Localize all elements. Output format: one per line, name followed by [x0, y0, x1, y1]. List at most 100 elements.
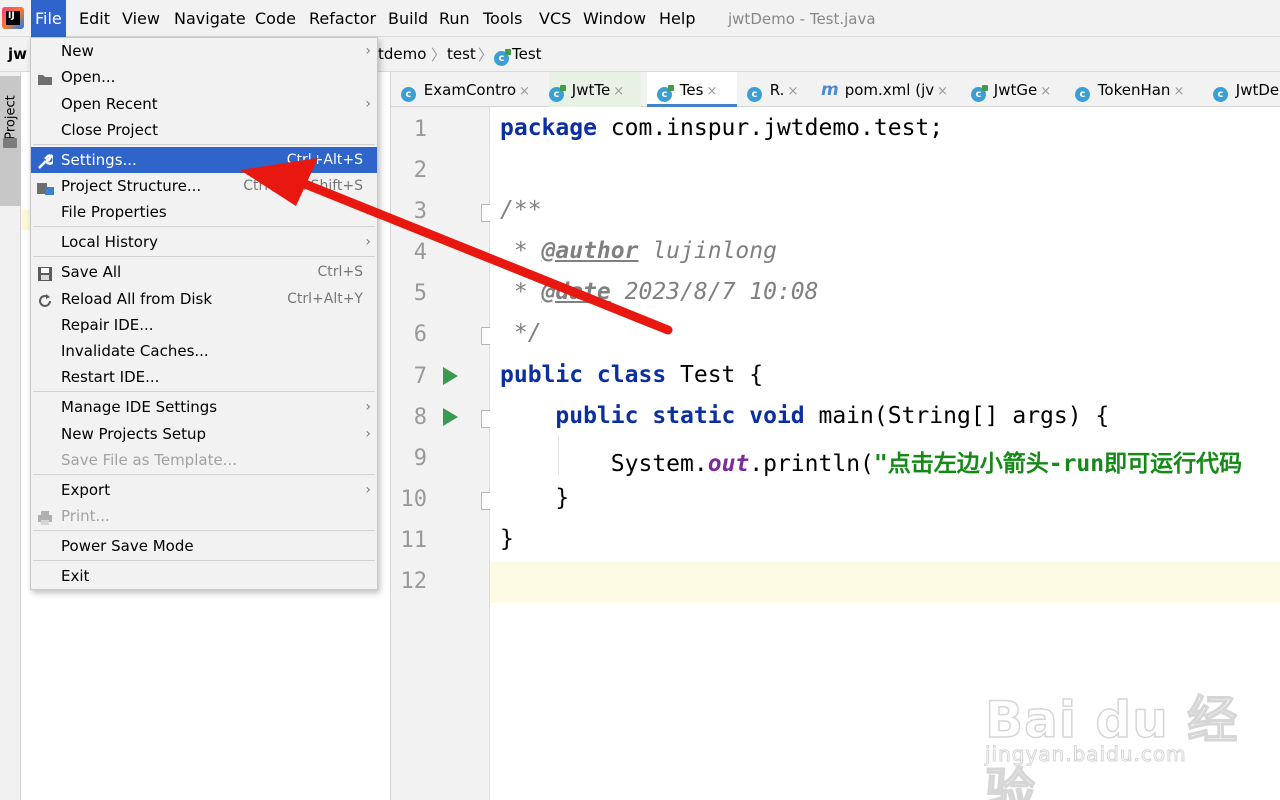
menu-file[interactable]: File [31, 0, 66, 37]
menu-separator [33, 391, 375, 392]
printer-icon [37, 508, 53, 525]
window-title: jwtDemo - Test.java [728, 10, 876, 28]
run-class-icon[interactable] [443, 367, 458, 385]
menu-code[interactable]: Code [251, 0, 300, 37]
line-number: 11 [400, 528, 428, 553]
line-number: 12 [400, 569, 428, 594]
close-icon[interactable]: × [1040, 84, 1051, 99]
tab-label: R. [769, 81, 785, 99]
menu-navigate[interactable]: Navigate [170, 0, 250, 37]
tab-tokenhandler[interactable]: c TokenHan × [1075, 72, 1195, 107]
menu-vcs[interactable]: VCS [535, 0, 575, 37]
file-menu-dropdown: New › Open... Open Recent › Close Project … [30, 37, 378, 590]
menu-item-manage-ide-settings[interactable]: Manage IDE Settings › [31, 394, 377, 420]
tab-label: JwtTe [571, 81, 611, 99]
menu-separator [33, 474, 375, 475]
tab-examcontroller[interactable]: c ExamContro × [401, 72, 543, 107]
menu-separator [33, 530, 375, 531]
spring-class-icon: c [1213, 87, 1228, 102]
breadcrumb-package[interactable]: tdemo [378, 45, 426, 63]
line-number: 6 [413, 322, 427, 347]
menu-item-open[interactable]: Open... [31, 64, 377, 90]
menu-item-new-projects-setup[interactable]: New Projects Setup › [31, 421, 377, 447]
save-icon [37, 264, 53, 281]
code-line: public class Test { [500, 362, 764, 388]
close-icon[interactable]: × [613, 84, 624, 99]
breadcrumb-file[interactable]: c Test [494, 45, 542, 66]
menu-run[interactable]: Run [435, 0, 474, 37]
menu-tools[interactable]: Tools [479, 0, 526, 37]
menu-item-restart-ide[interactable]: Restart IDE... [31, 364, 377, 390]
tab-label: JwtDe [1235, 81, 1280, 99]
tab-jwtdemo[interactable]: c JwtDe [1213, 72, 1280, 107]
menu-refactor[interactable]: Refactor [305, 0, 380, 37]
code-line: } [500, 485, 570, 511]
tab-r[interactable]: c R. × [747, 72, 807, 107]
submenu-arrow-icon: › [365, 399, 371, 415]
tab-label: Tes [679, 81, 704, 99]
menu-help[interactable]: Help [655, 0, 699, 37]
menu-item-export[interactable]: Export › [31, 477, 377, 503]
tab-label: ExamContro [423, 81, 516, 99]
line-number: 5 [413, 281, 427, 306]
project-tool-tab[interactable]: Project [0, 76, 21, 206]
menu-edit[interactable]: Edit [75, 0, 114, 37]
menu-item-invalidate-caches[interactable]: Invalidate Caches... [31, 338, 377, 364]
code-line: /** [500, 197, 542, 223]
maven-icon: m [821, 80, 839, 100]
submenu-arrow-icon: › [365, 426, 371, 442]
baidu-watermark: Bai du 经验 jingyan.baidu.com [984, 670, 1245, 800]
menu-separator [33, 226, 375, 227]
menu-item-settings[interactable]: Settings... Ctrl+Alt+S [31, 147, 377, 173]
menu-window[interactable]: Window [579, 0, 650, 37]
tab-jwttest[interactable]: c JwtTe × [549, 72, 641, 107]
close-icon[interactable]: × [1173, 84, 1184, 99]
close-icon[interactable]: × [787, 84, 798, 99]
tab-jwtgen[interactable]: c JwtGe × [971, 72, 1059, 107]
menu-item-new[interactable]: New › [31, 38, 377, 64]
project-structure-icon [37, 178, 54, 195]
menu-build[interactable]: Build [384, 0, 432, 37]
intellij-logo-icon: IJ [2, 7, 24, 29]
folder-icon [3, 138, 17, 148]
code-line: * @author lujinlong [500, 238, 777, 264]
menu-item-open-recent[interactable]: Open Recent › [31, 91, 377, 117]
submenu-arrow-icon: › [365, 234, 371, 250]
submenu-arrow-icon: › [365, 204, 371, 220]
tab-pom-xml[interactable]: m pom.xml (jv × [821, 72, 955, 107]
tab-label: pom.xml (jv [844, 81, 935, 99]
run-main-icon[interactable] [443, 408, 458, 426]
line-number: 7 [413, 364, 427, 389]
menu-item-local-history[interactable]: Local History › [31, 229, 377, 255]
menu-item-project-structure[interactable]: Project Structure... Ctrl+Alt+Shift+S [31, 173, 377, 199]
menu-item-power-save-mode[interactable]: Power Save Mode [31, 533, 377, 559]
test-class-icon: c [549, 85, 566, 102]
close-icon[interactable]: × [937, 84, 948, 99]
breadcrumb-folder[interactable]: test [447, 45, 476, 63]
close-icon[interactable]: × [706, 84, 717, 99]
menu-item-close-project[interactable]: Close Project [31, 117, 377, 143]
test-class-icon: c [657, 85, 674, 102]
breadcrumb-separator-icon: 〉 [478, 46, 494, 64]
menu-item-save-all[interactable]: Save All Ctrl+S [31, 259, 377, 285]
class-icon: c [401, 87, 416, 102]
menu-separator [33, 560, 375, 561]
code-line: package com.inspur.jwtdemo.test; [500, 115, 944, 141]
menu-view[interactable]: View [118, 0, 164, 37]
line-number: 1 [413, 117, 427, 142]
tab-test[interactable]: c Tes × [647, 72, 737, 107]
watermark-logo-text: Bai du 经验 [984, 690, 1239, 800]
breadcrumb-project[interactable]: jw [8, 45, 27, 63]
submenu-arrow-icon: › [365, 96, 371, 112]
code-line: public static void main(String[] args) { [555, 403, 1110, 429]
menu-item-exit[interactable]: Exit [31, 563, 377, 589]
folder-open-icon [37, 69, 53, 85]
menu-item-repair-ide[interactable]: Repair IDE... [31, 312, 377, 338]
menu-separator [33, 256, 375, 257]
breadcrumb-separator-icon: 〉 [431, 46, 447, 64]
class-icon: c [747, 87, 762, 102]
menu-item-reload-all[interactable]: Reload All from Disk Ctrl+Alt+Y [31, 286, 377, 312]
close-icon[interactable]: × [519, 84, 530, 99]
menu-item-file-properties[interactable]: File Properties › [31, 199, 377, 225]
test-class-icon: c [494, 49, 511, 66]
